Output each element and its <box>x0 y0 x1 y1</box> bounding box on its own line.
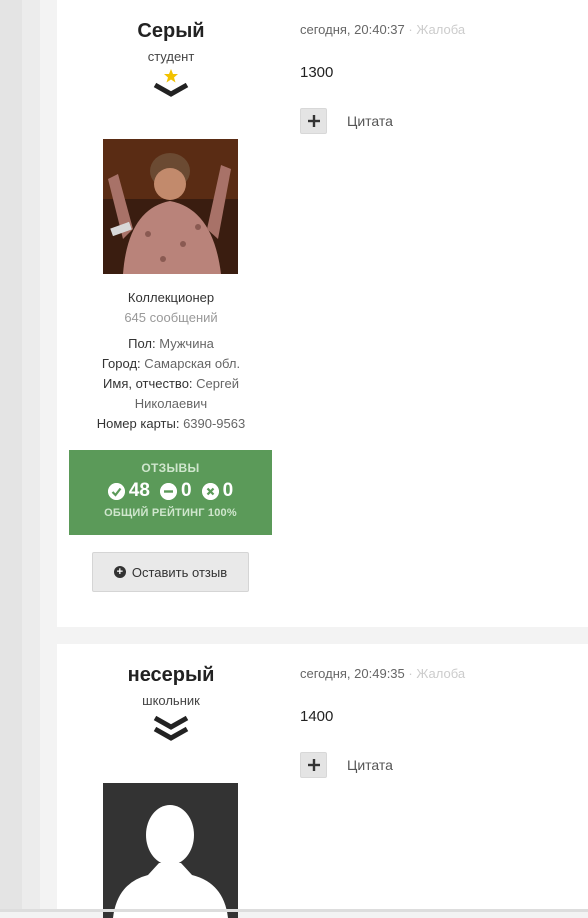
minus-circle-icon <box>159 482 177 500</box>
author-avatar-default[interactable] <box>103 783 238 918</box>
plus-icon <box>307 759 320 771</box>
report-link[interactable]: Жалоба <box>416 22 465 37</box>
post-meta: сегодня, 20:49:35 · Жалоба <box>300 666 465 681</box>
meta-separator: · <box>408 22 413 37</box>
post-timestamp[interactable]: сегодня, 20:40:37 <box>300 22 405 37</box>
report-link[interactable]: Жалоба <box>416 666 465 681</box>
post-meta: сегодня, 20:40:37 · Жалоба <box>300 22 465 37</box>
author-post-count[interactable]: 645 сообщений <box>57 310 285 325</box>
profile-field-patronymic: Имя, отчество: Сергей Николаевич <box>57 374 285 414</box>
page-gutter-inner <box>22 0 40 912</box>
author-name[interactable]: Серый <box>57 20 285 43</box>
double-chevron-icon <box>153 715 189 741</box>
field-label: Город: <box>101 356 141 371</box>
field-value: Самарская обл. <box>144 356 241 371</box>
profile-field-city: Город: Самарская обл. <box>57 354 285 374</box>
feedback-counts: 48 0 0 <box>69 480 272 502</box>
quote-button[interactable]: Цитата <box>347 113 393 129</box>
feedback-positive-count: 48 <box>128 480 150 501</box>
feedback-negative-count: 0 <box>222 480 234 501</box>
field-label: Номер карты: <box>96 416 180 431</box>
author-rank: школьник <box>142 693 200 708</box>
post-author-panel: Серый студент <box>57 0 285 98</box>
author-rank: студент <box>147 49 195 64</box>
profile-field-gender: Пол: Мужчина <box>57 334 285 354</box>
author-name[interactable]: несерый <box>57 664 285 687</box>
page-gutter <box>0 0 22 912</box>
post-author-panel: несерый школьник <box>57 644 285 742</box>
leave-feedback-button[interactable]: + Оставить отзыв <box>92 552 249 592</box>
forum-post: Серый студент Коллекционер 645 сообщений… <box>57 0 588 627</box>
field-label: Пол: <box>128 336 156 351</box>
star-single-chevron-icon <box>153 69 189 97</box>
profile-field-card: Номер карты: 6390-9563 <box>57 414 285 434</box>
check-circle-icon <box>107 482 125 500</box>
field-value: Мужчина <box>159 336 214 351</box>
meta-separator: · <box>408 666 413 681</box>
post-actions: Цитата <box>300 752 393 778</box>
feedback-title: ОТЗЫВЫ <box>141 461 200 475</box>
author-stats: Коллекционер 645 сообщений Пол: Мужчина … <box>57 290 285 434</box>
plus-icon <box>307 115 320 127</box>
forum-post: несерый школьник сегодня, 20:49:35 · Жал… <box>57 644 588 918</box>
author-group: Коллекционер <box>127 290 215 305</box>
multiquote-button[interactable] <box>300 752 327 778</box>
post-content: 1400 <box>300 708 334 725</box>
post-timestamp[interactable]: сегодня, 20:49:35 <box>300 666 405 681</box>
leave-feedback-label: Оставить отзыв <box>131 564 228 580</box>
author-avatar[interactable] <box>103 139 238 274</box>
post-content: 1300 <box>300 64 334 81</box>
field-label: Имя, отчество: <box>103 376 193 391</box>
multiquote-button[interactable] <box>300 108 327 134</box>
feedback-panel[interactable]: ОТЗЫВЫ 48 0 0 ОБЩИЙ РЕЙТИНГ 100% <box>69 450 272 535</box>
x-circle-icon <box>201 482 219 500</box>
feedback-rating: ОБЩИЙ РЕЙТИНГ 100% <box>104 507 237 519</box>
field-value: 6390-9563 <box>183 416 246 431</box>
plus-circle-icon: + <box>113 566 126 578</box>
post-actions: Цитата <box>300 108 393 134</box>
quote-button[interactable]: Цитата <box>347 757 393 773</box>
feedback-neutral-count: 0 <box>180 480 192 501</box>
